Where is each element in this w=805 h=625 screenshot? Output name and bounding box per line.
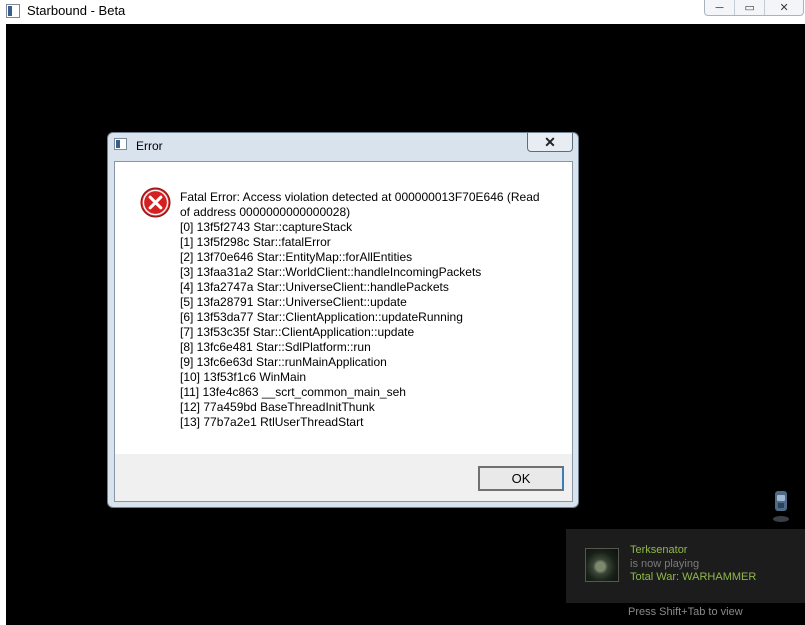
friend-status: is now playing xyxy=(630,558,700,570)
stack-frame: [2] 13f70e646 Star::EntityMap::forAllEnt… xyxy=(180,250,413,264)
dialog-body: Fatal Error: Access violation detected a… xyxy=(114,161,573,502)
avatar xyxy=(585,548,619,582)
friend-notification[interactable]: Terksenator is now playing Total War: WA… xyxy=(566,529,805,603)
stack-frame: [7] 13f53c35f Star::ClientApplication::u… xyxy=(180,325,415,339)
overlay-hint: Press Shift+Tab to view xyxy=(628,606,743,618)
close-button[interactable]: ✕ xyxy=(765,0,803,15)
window-titlebar: Starbound - Beta xyxy=(0,0,805,24)
stack-frame: [1] 13f5f298c Star::fatalError xyxy=(180,235,331,249)
stack-frame: [10] 13f53f1c6 WinMain xyxy=(180,370,307,384)
ok-button[interactable]: OK xyxy=(478,466,564,491)
error-dialog: Error ✕ Fatal Error: Access violation de… xyxy=(107,132,579,508)
stack-frame: [4] 13fa2747a Star::UniverseClient::hand… xyxy=(180,280,449,294)
stack-frame: [11] 13fe4c863 __scrt_common_main_seh xyxy=(180,385,406,399)
minimize-button[interactable]: ─ xyxy=(705,0,736,15)
friend-name: Terksenator xyxy=(630,544,688,556)
stack-frame: [5] 13fa28791 Star::UniverseClient::upda… xyxy=(180,295,407,309)
window-title: Starbound - Beta xyxy=(27,3,126,18)
overlay-robot-icon xyxy=(773,491,789,522)
app-icon xyxy=(6,4,20,18)
dialog-title: Error xyxy=(136,139,163,153)
error-headline: Fatal Error: Access violation detected a… xyxy=(180,190,540,219)
restore-button[interactable]: ▭ xyxy=(735,0,766,15)
friend-game: Total War: WARHAMMER xyxy=(630,571,757,583)
stack-frame: [0] 13f5f2743 Star::captureStack xyxy=(180,220,353,234)
stack-frame: [3] 13faa31a2 Star::WorldClient::handleI… xyxy=(180,265,482,279)
stack-frame: [13] 77b7a2e1 RtlUserThreadStart xyxy=(180,415,364,429)
window-controls: ─ ▭ ✕ xyxy=(704,0,804,16)
error-x-icon xyxy=(140,187,171,218)
stack-frame: [9] 13fc6e63d Star::runMainApplication xyxy=(180,355,387,369)
stack-frame: [12] 77a459bd BaseThreadInitThunk xyxy=(180,400,375,414)
dialog-close-button[interactable]: ✕ xyxy=(527,133,573,152)
dialog-app-icon xyxy=(114,138,127,150)
stack-frame: [8] 13fc6e481 Star::SdlPlatform::run xyxy=(180,340,371,354)
stack-frame: [6] 13f53da77 Star::ClientApplication::u… xyxy=(180,310,463,324)
dialog-button-bar: OK xyxy=(115,454,572,501)
error-message: Fatal Error: Access violation detected a… xyxy=(180,190,550,430)
